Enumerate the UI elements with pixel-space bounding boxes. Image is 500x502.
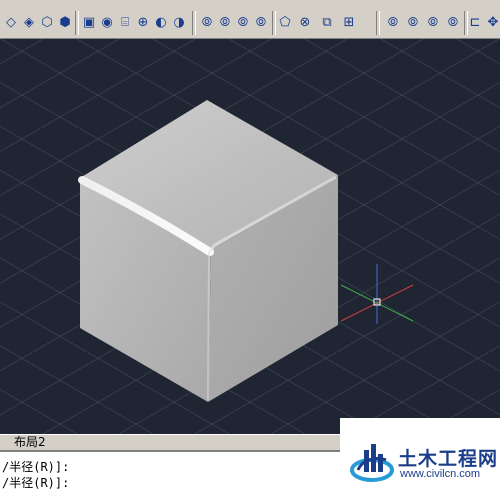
- drawing-viewport[interactable]: [0, 39, 500, 434]
- tab-layout2[interactable]: 布局2: [6, 435, 54, 450]
- toolbar-separator: [75, 11, 79, 35]
- toolbar-separator: [376, 11, 380, 35]
- pan-icon[interactable]: ⦾: [234, 12, 252, 32]
- watermark: 土木工程网 www.civilcn.com: [340, 418, 500, 500]
- sweep-icon[interactable]: ⬡: [38, 12, 56, 32]
- rotate-icon[interactable]: ⊗: [296, 12, 314, 32]
- copy-icon[interactable]: ⧉: [318, 12, 336, 32]
- zoom-icon[interactable]: ⦾: [252, 12, 270, 32]
- cylinder-icon[interactable]: ⌸: [116, 12, 134, 32]
- watermark-url: www.civilcn.com: [400, 468, 481, 480]
- main-toolbar: ◇ ◈ ⬡ ⬢ ▣ ◉ ⌸ ⊕ ◐ ◑ ⦾ ⦾ ⦾ ⦾ ⬠ ⊗ ⧉ ⊞ ⦾ ⦾ …: [0, 8, 500, 39]
- watermark-logo-icon: [350, 444, 394, 482]
- subtract-icon-2[interactable]: ⦾: [404, 12, 422, 32]
- cube-fillet-edge-vertical: [207, 251, 210, 401]
- view-icon[interactable]: ⬠: [276, 12, 294, 32]
- cone-icon[interactable]: ⊕: [134, 12, 152, 32]
- union-icon[interactable]: ◐: [152, 12, 170, 32]
- box-icon[interactable]: ▣: [80, 12, 98, 32]
- subtract-icon[interactable]: ◑: [170, 12, 188, 32]
- orbit-icon-2[interactable]: ⦾: [444, 12, 462, 32]
- command-prompt-line: /半径(R)]:: [2, 476, 70, 490]
- loft-icon[interactable]: ⬢: [56, 12, 74, 32]
- fillet-icon[interactable]: ⊏: [466, 12, 484, 32]
- ucs-icon[interactable]: ✥: [484, 12, 500, 32]
- extrude-icon[interactable]: ◇: [2, 12, 20, 32]
- move-icon[interactable]: ⊞: [340, 12, 358, 32]
- command-history-line: /半径(R)]:: [2, 460, 70, 474]
- toolbar-separator: [192, 11, 196, 35]
- orbit-icon[interactable]: ⦾: [216, 12, 234, 32]
- sphere-icon[interactable]: ◉: [98, 12, 116, 32]
- revolve-icon[interactable]: ◈: [20, 12, 38, 32]
- intersect-icon[interactable]: ⦾: [198, 12, 216, 32]
- union-icon-2[interactable]: ⦾: [384, 12, 402, 32]
- watermark-title: 土木工程网: [398, 448, 499, 470]
- intersect-icon-2[interactable]: ⦾: [424, 12, 442, 32]
- cube-drawing: [78, 100, 414, 402]
